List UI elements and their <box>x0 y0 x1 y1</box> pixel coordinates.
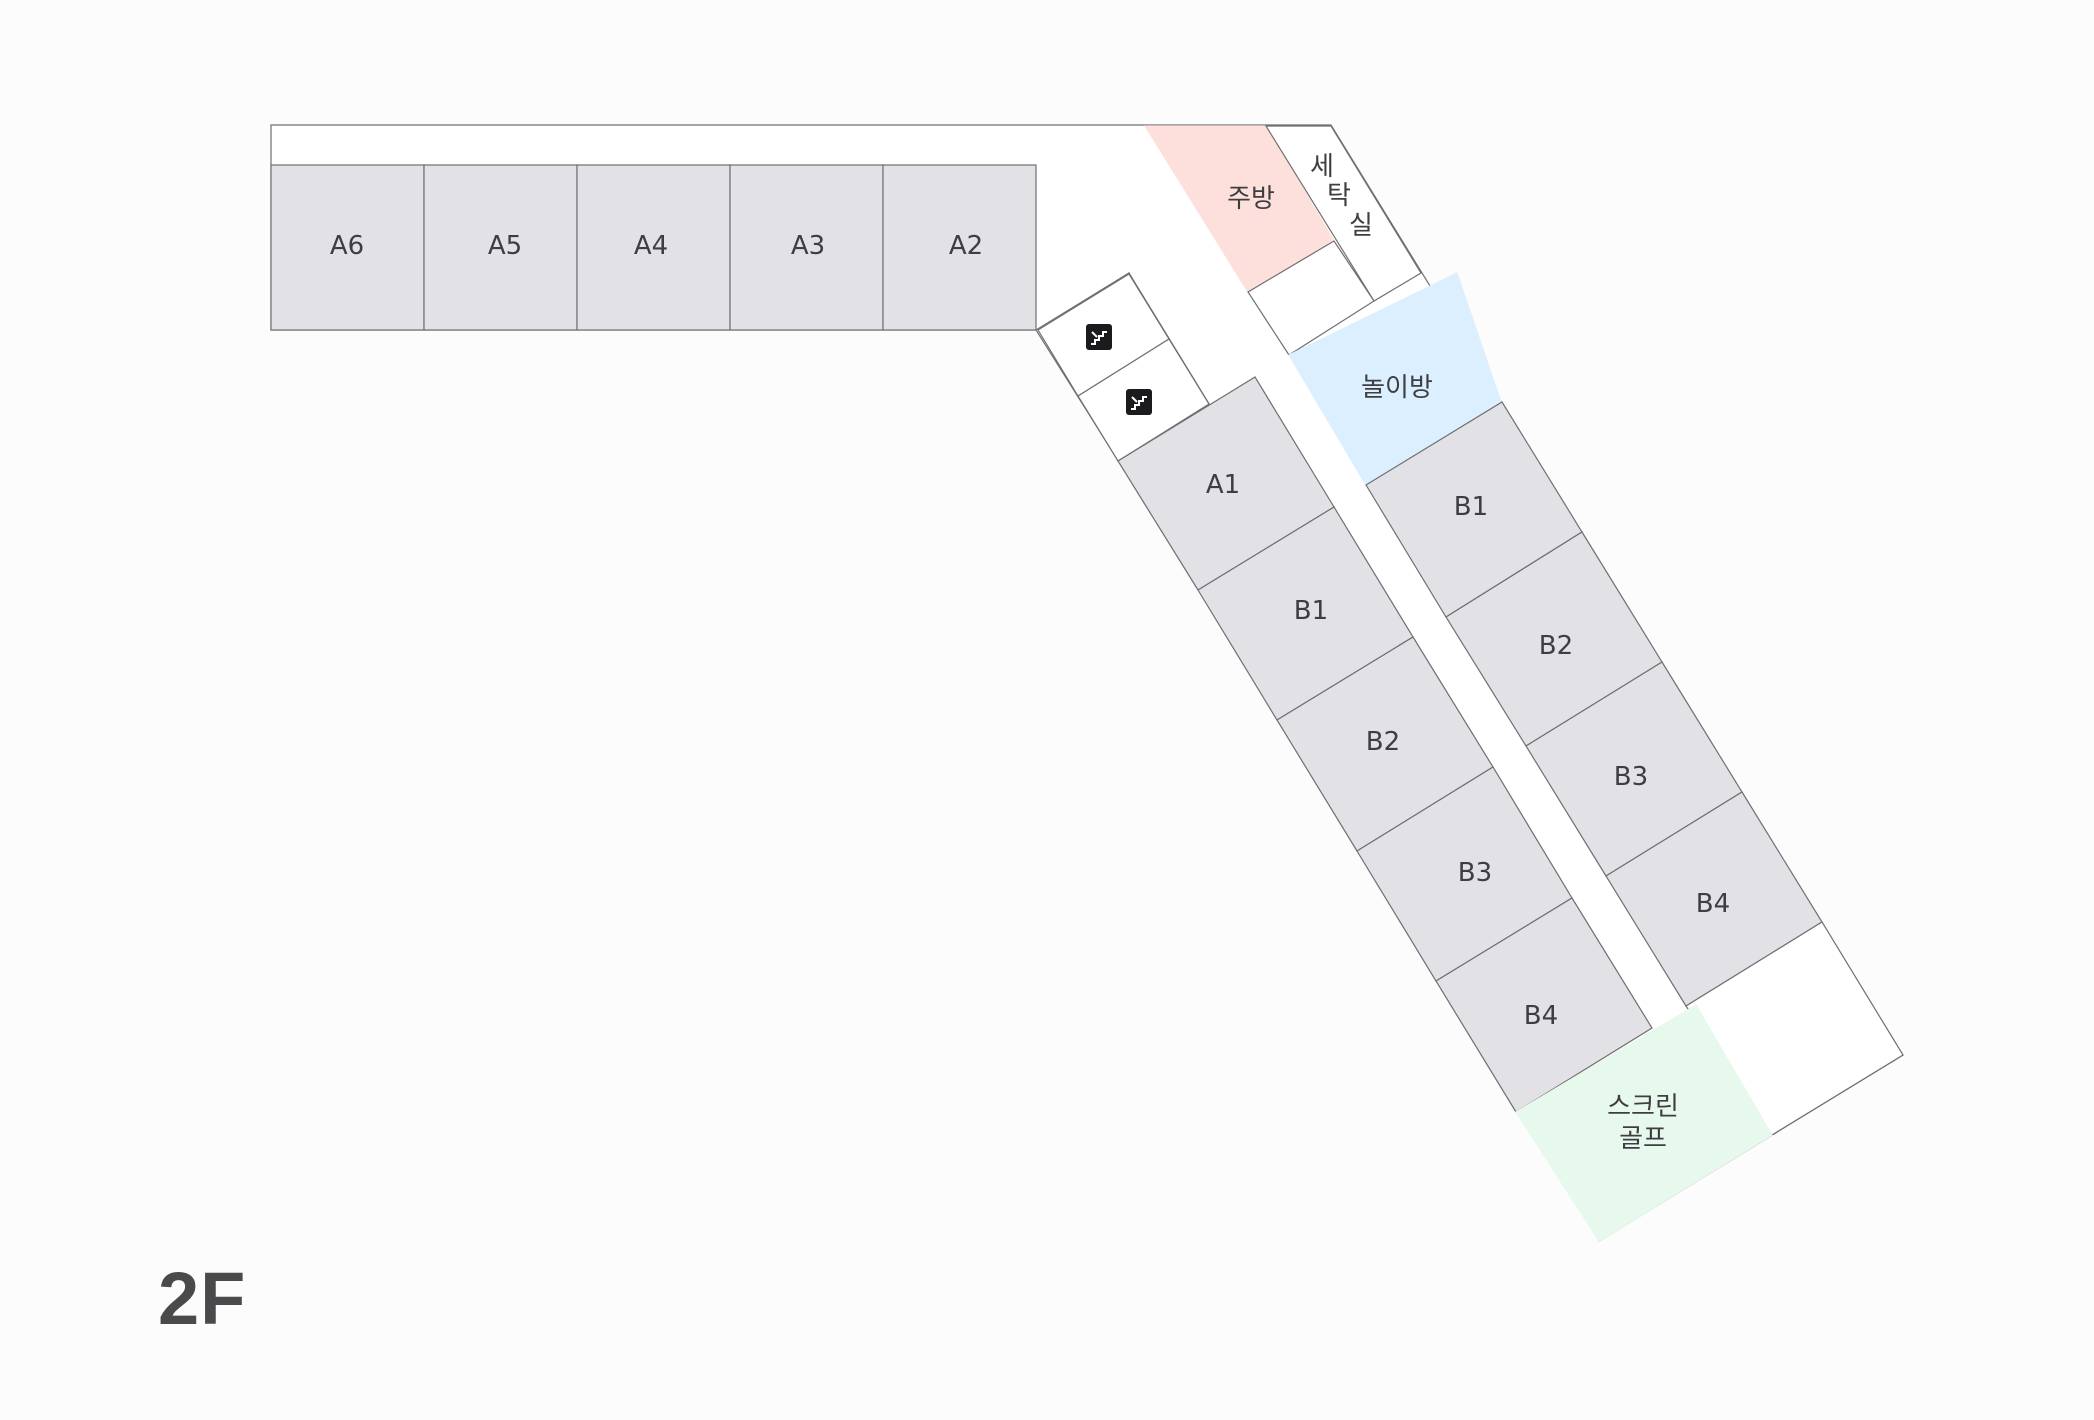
room-a2[interactable] <box>882 164 1037 331</box>
room-a4[interactable] <box>576 164 731 331</box>
stairs-icon <box>1086 324 1112 350</box>
room-a5[interactable] <box>423 164 578 331</box>
stairs-icon <box>1126 389 1152 415</box>
room-a6[interactable] <box>270 164 425 331</box>
floor-plan-map: A6 A5 A4 A3 A2 주방 세 탁 실 놀이방 A1 B1 B2 B3 … <box>270 124 1904 1242</box>
floor-label: 2F <box>158 1257 247 1340</box>
room-a3[interactable] <box>729 164 884 331</box>
